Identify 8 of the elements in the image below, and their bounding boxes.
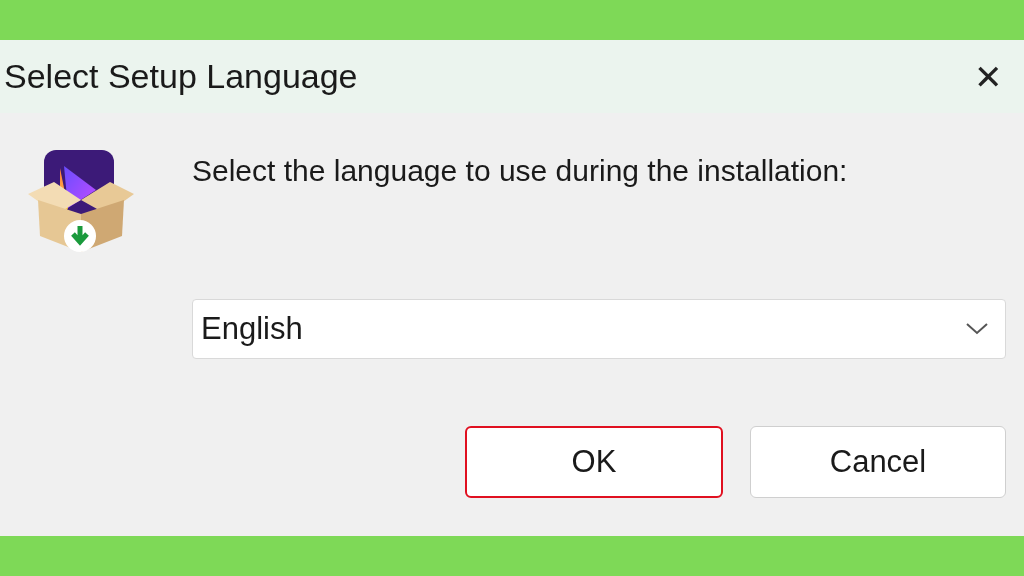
language-dropdown[interactable]: English xyxy=(192,299,1006,359)
dialog-button[interactable]: OK xyxy=(465,426,723,498)
chevron-down-icon xyxy=(965,322,989,336)
window-title: Select Setup Language xyxy=(4,56,358,97)
dialog-button[interactable]: Cancel xyxy=(750,426,1006,498)
close-button[interactable]: ✕ xyxy=(974,59,1002,94)
installer-package-icon xyxy=(26,148,136,254)
instruction-text: Select the language to use during the installation: xyxy=(192,153,849,189)
